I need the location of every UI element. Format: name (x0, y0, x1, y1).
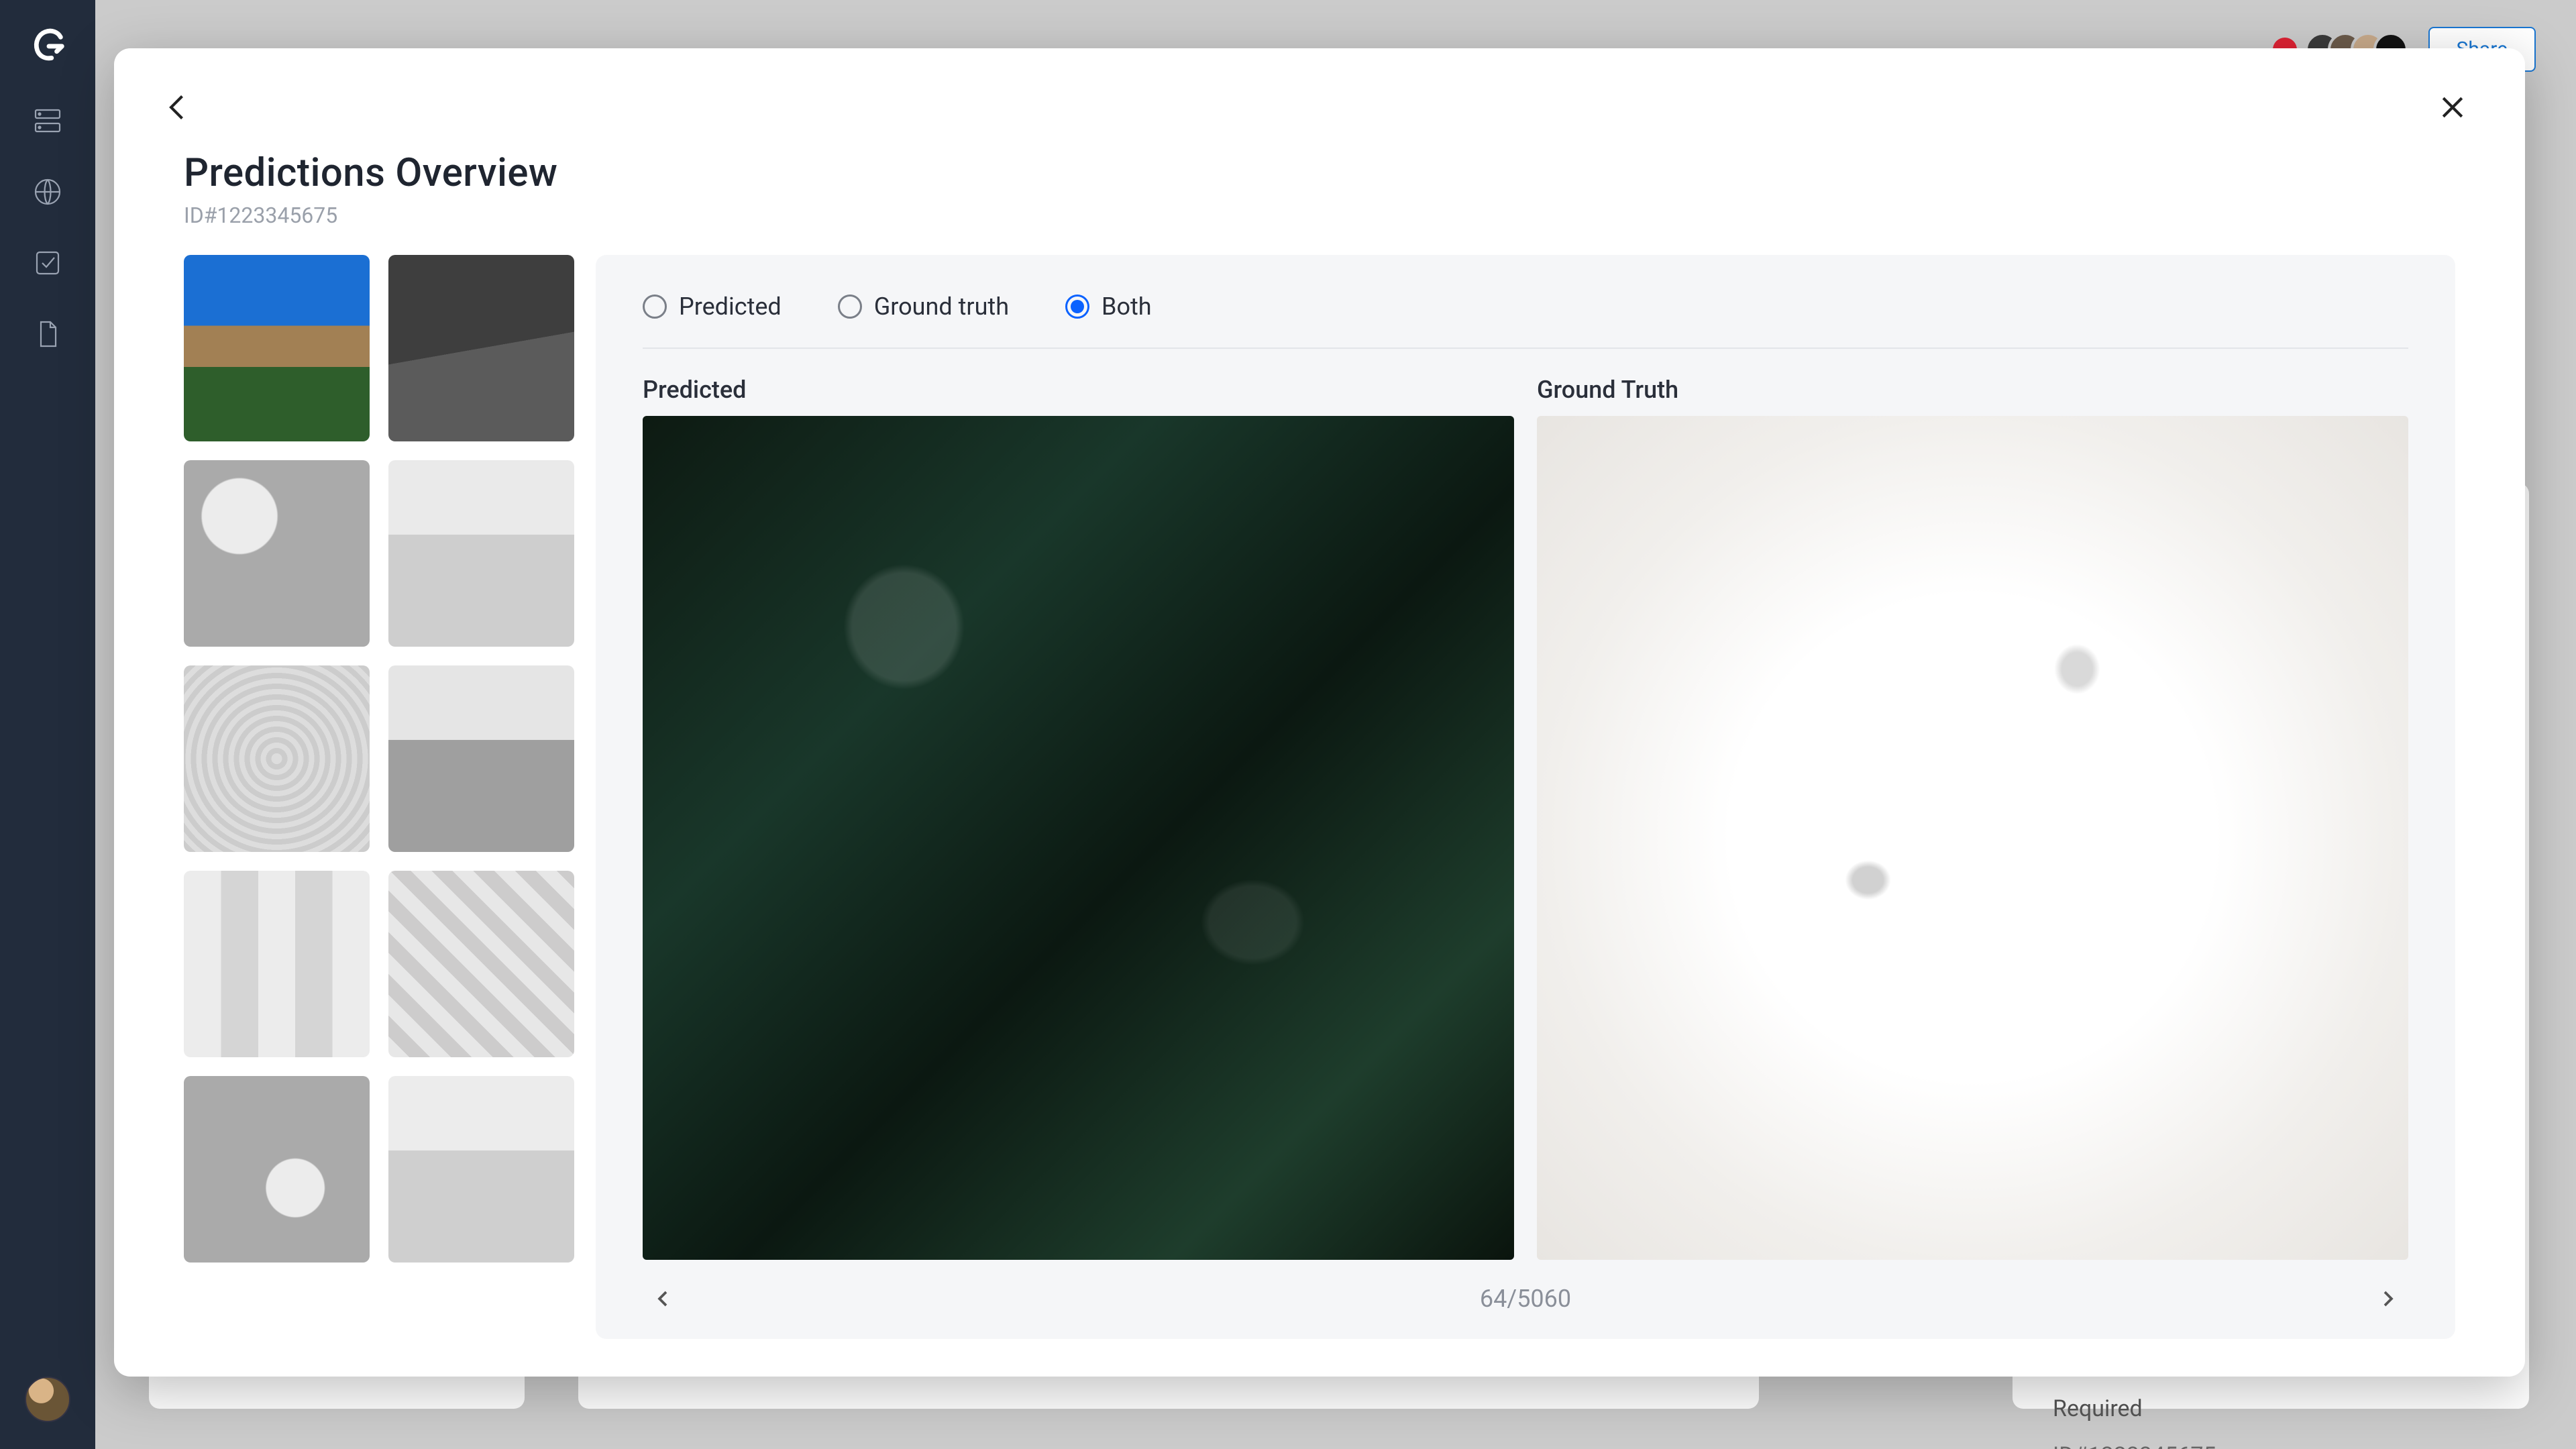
radio-label: Both (1102, 292, 1152, 321)
thumbnail-item[interactable] (184, 665, 370, 852)
radio-label: Ground truth (874, 292, 1009, 321)
ground-truth-heading: Ground Truth (1537, 376, 2408, 404)
view-mode-radio-group: Predicted Ground truth Both (643, 292, 2408, 349)
thumbnail-item[interactable] (388, 255, 574, 441)
radio-icon (643, 294, 667, 319)
predictions-modal: Predictions Overview ID#1223345675 Predi… (114, 48, 2525, 1377)
ground-truth-column: Ground Truth (1537, 376, 2408, 1260)
predicted-image[interactable] (643, 416, 1514, 1260)
pager-next-button[interactable] (2368, 1279, 2408, 1319)
nav-dashboard[interactable] (29, 102, 66, 140)
chevron-right-icon (2378, 1289, 2398, 1309)
modal-title: Predictions Overview (184, 150, 2525, 196)
nav-globe[interactable] (29, 173, 66, 211)
pager-position: 64/5060 (1480, 1285, 1571, 1313)
nav-file[interactable] (29, 315, 66, 353)
radio-both[interactable]: Both (1065, 292, 1152, 321)
modal-subtitle: ID#1223345675 (184, 203, 2525, 228)
close-icon (2438, 93, 2467, 122)
nav-rail (0, 0, 95, 1449)
radio-ground-truth[interactable]: Ground truth (838, 292, 1009, 321)
thumbnail-item[interactable] (184, 460, 370, 647)
app-logo[interactable] (24, 21, 71, 68)
predicted-heading: Predicted (643, 376, 1514, 404)
thumbnail-item[interactable] (184, 1076, 370, 1263)
user-avatar[interactable] (25, 1377, 70, 1422)
predicted-column: Predicted (643, 376, 1514, 1260)
radio-icon (1065, 294, 1089, 319)
radio-label: Predicted (679, 292, 782, 321)
thumbnail-item[interactable] (388, 460, 574, 647)
thumbnail-item[interactable] (388, 871, 574, 1057)
chevron-left-icon (653, 1289, 673, 1309)
pager: 64/5060 (643, 1260, 2408, 1319)
preview-panel: Predicted Ground truth Both Predicted Gr (596, 255, 2455, 1339)
radio-predicted[interactable]: Predicted (643, 292, 782, 321)
thumbnail-item[interactable] (388, 665, 574, 852)
record-id: ID#1223345675 (2053, 1442, 2489, 1449)
back-button[interactable] (154, 83, 203, 131)
chevron-left-icon (164, 93, 193, 122)
nav-checkbox[interactable] (29, 244, 66, 282)
status-label: Required (2053, 1395, 2489, 1422)
thumbnail-item[interactable] (184, 255, 370, 441)
thumbnail-list[interactable] (184, 255, 577, 1339)
ground-truth-image[interactable] (1537, 416, 2408, 1260)
radio-icon (838, 294, 862, 319)
thumbnail-item[interactable] (184, 871, 370, 1057)
close-button[interactable] (2428, 83, 2477, 131)
thumbnail-item[interactable] (388, 1076, 574, 1263)
compare-row: Predicted Ground Truth (643, 349, 2408, 1260)
pager-prev-button[interactable] (643, 1279, 683, 1319)
